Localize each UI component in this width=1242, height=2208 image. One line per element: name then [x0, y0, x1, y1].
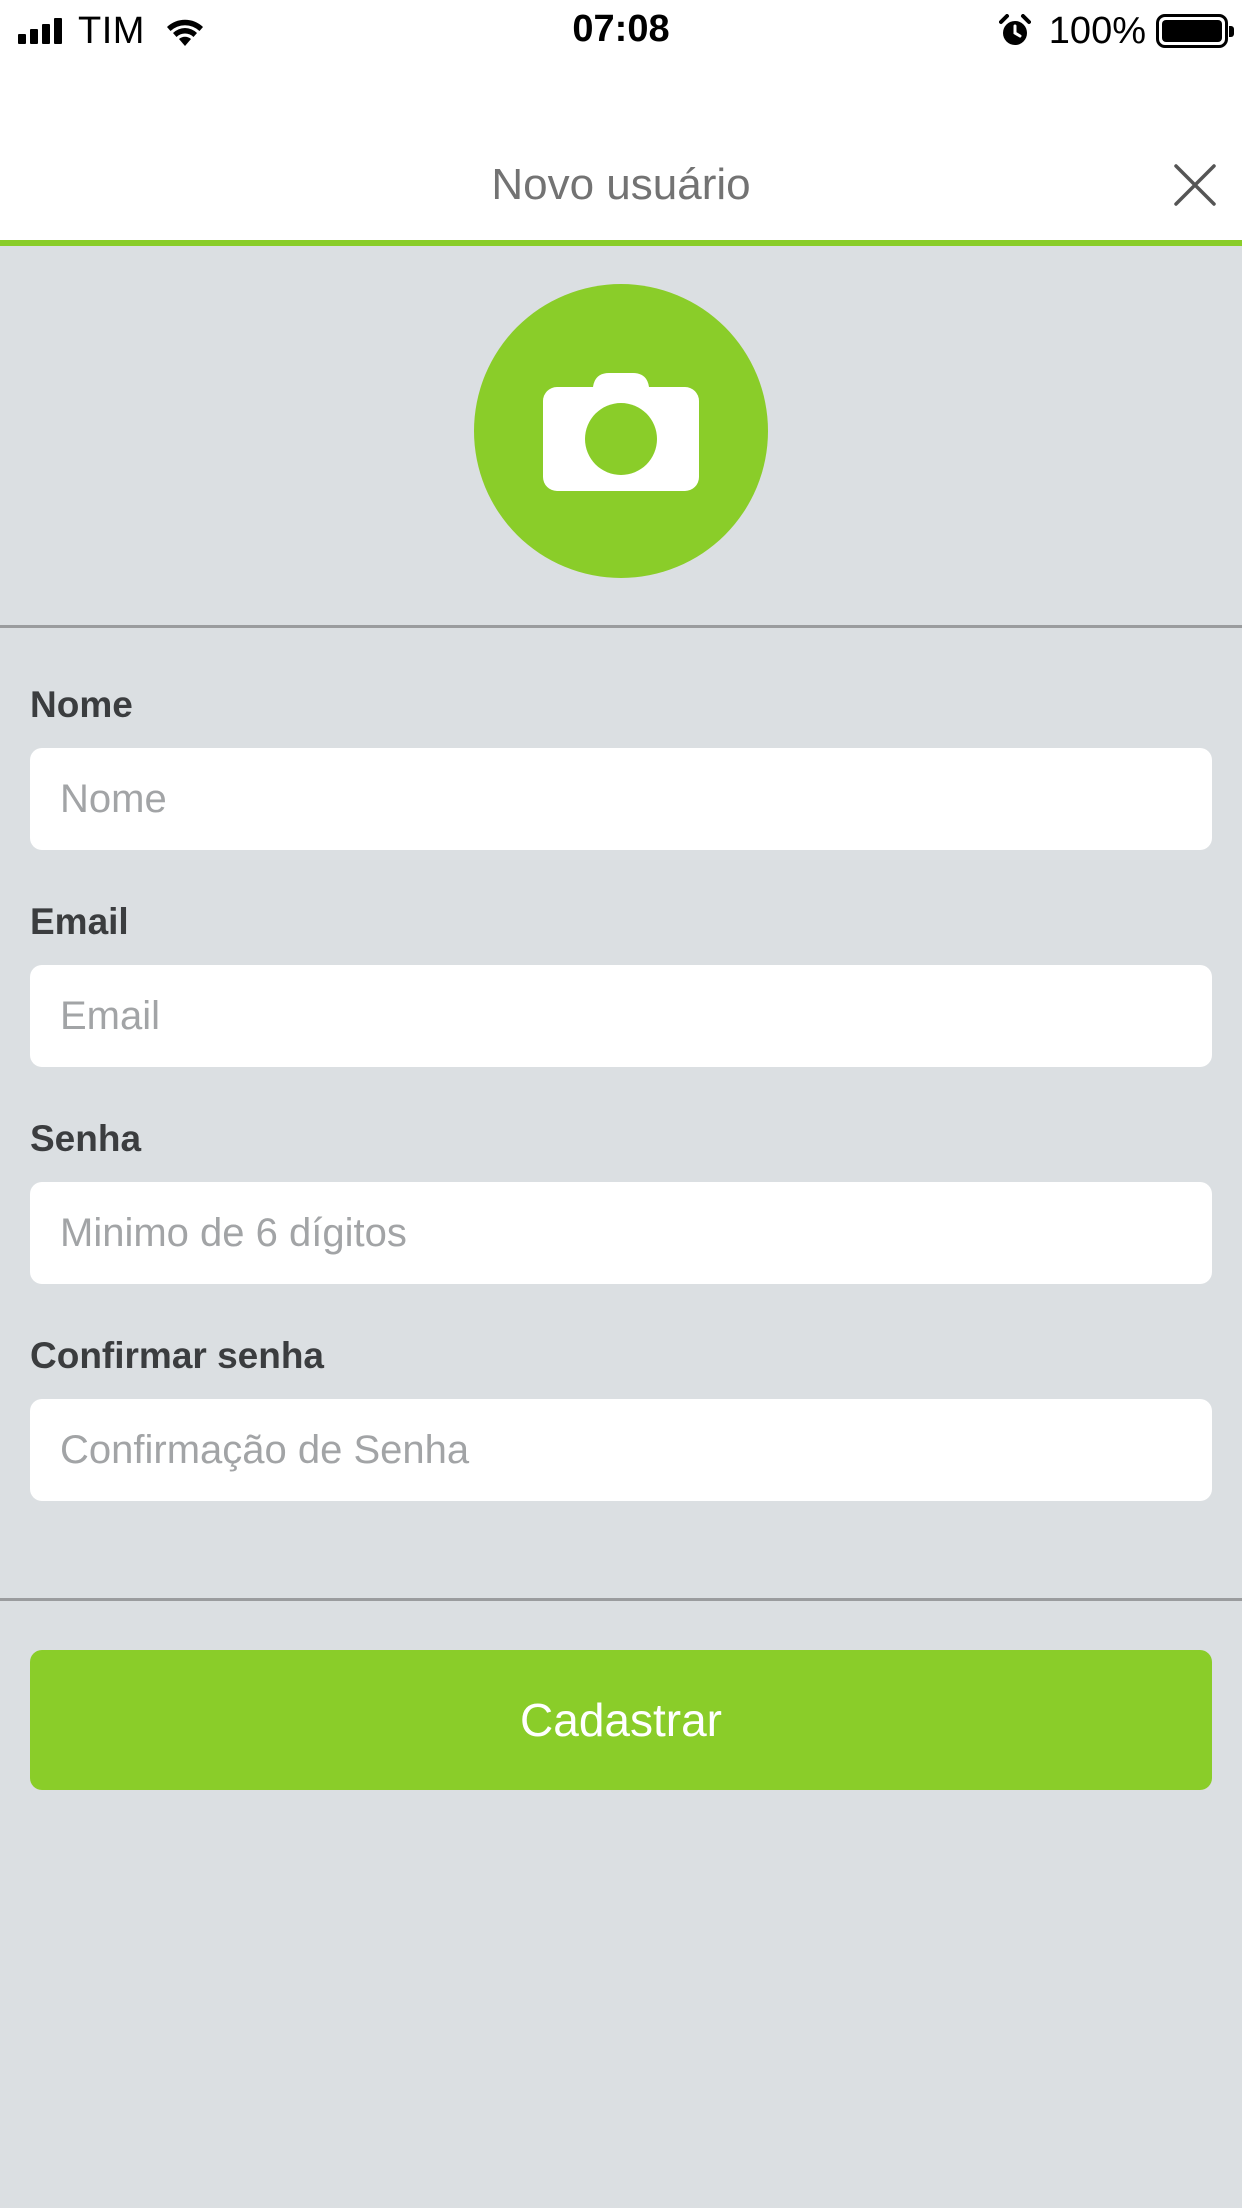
- add-photo-button[interactable]: [474, 284, 768, 578]
- confirmar-senha-label: Confirmar senha: [30, 1335, 325, 1376]
- status-bar-right: 100%: [998, 9, 1234, 52]
- senha-input[interactable]: [30, 1182, 1212, 1284]
- nav-header: Novo usuário: [0, 62, 1242, 246]
- alarm-icon: [998, 14, 1031, 48]
- registration-form: Nome Email Senha Confirmar senha: [30, 680, 1212, 1548]
- nome-label: Nome: [30, 684, 133, 725]
- nome-input[interactable]: [30, 748, 1212, 850]
- email-label: Email: [30, 901, 129, 942]
- form-divider: [0, 1598, 1242, 1601]
- camera-icon: [543, 373, 699, 491]
- status-bar: TIM 07:08 100%: [0, 0, 1242, 62]
- senha-label: Senha: [30, 1118, 142, 1159]
- cadastrar-button[interactable]: Cadastrar: [30, 1650, 1212, 1790]
- confirmar-senha-input[interactable]: [30, 1399, 1212, 1501]
- battery-icon: [1156, 14, 1234, 48]
- email-input[interactable]: [30, 965, 1212, 1067]
- page-title: Novo usuário: [491, 160, 751, 209]
- close-icon: [1174, 164, 1216, 206]
- new-user-screen: TIM 07:08 100% Novo usuário Nome Nome Em…: [0, 0, 1242, 2208]
- battery-percent: 100%: [1048, 9, 1146, 52]
- avatar-section: [0, 252, 1242, 628]
- close-button[interactable]: [1170, 160, 1220, 210]
